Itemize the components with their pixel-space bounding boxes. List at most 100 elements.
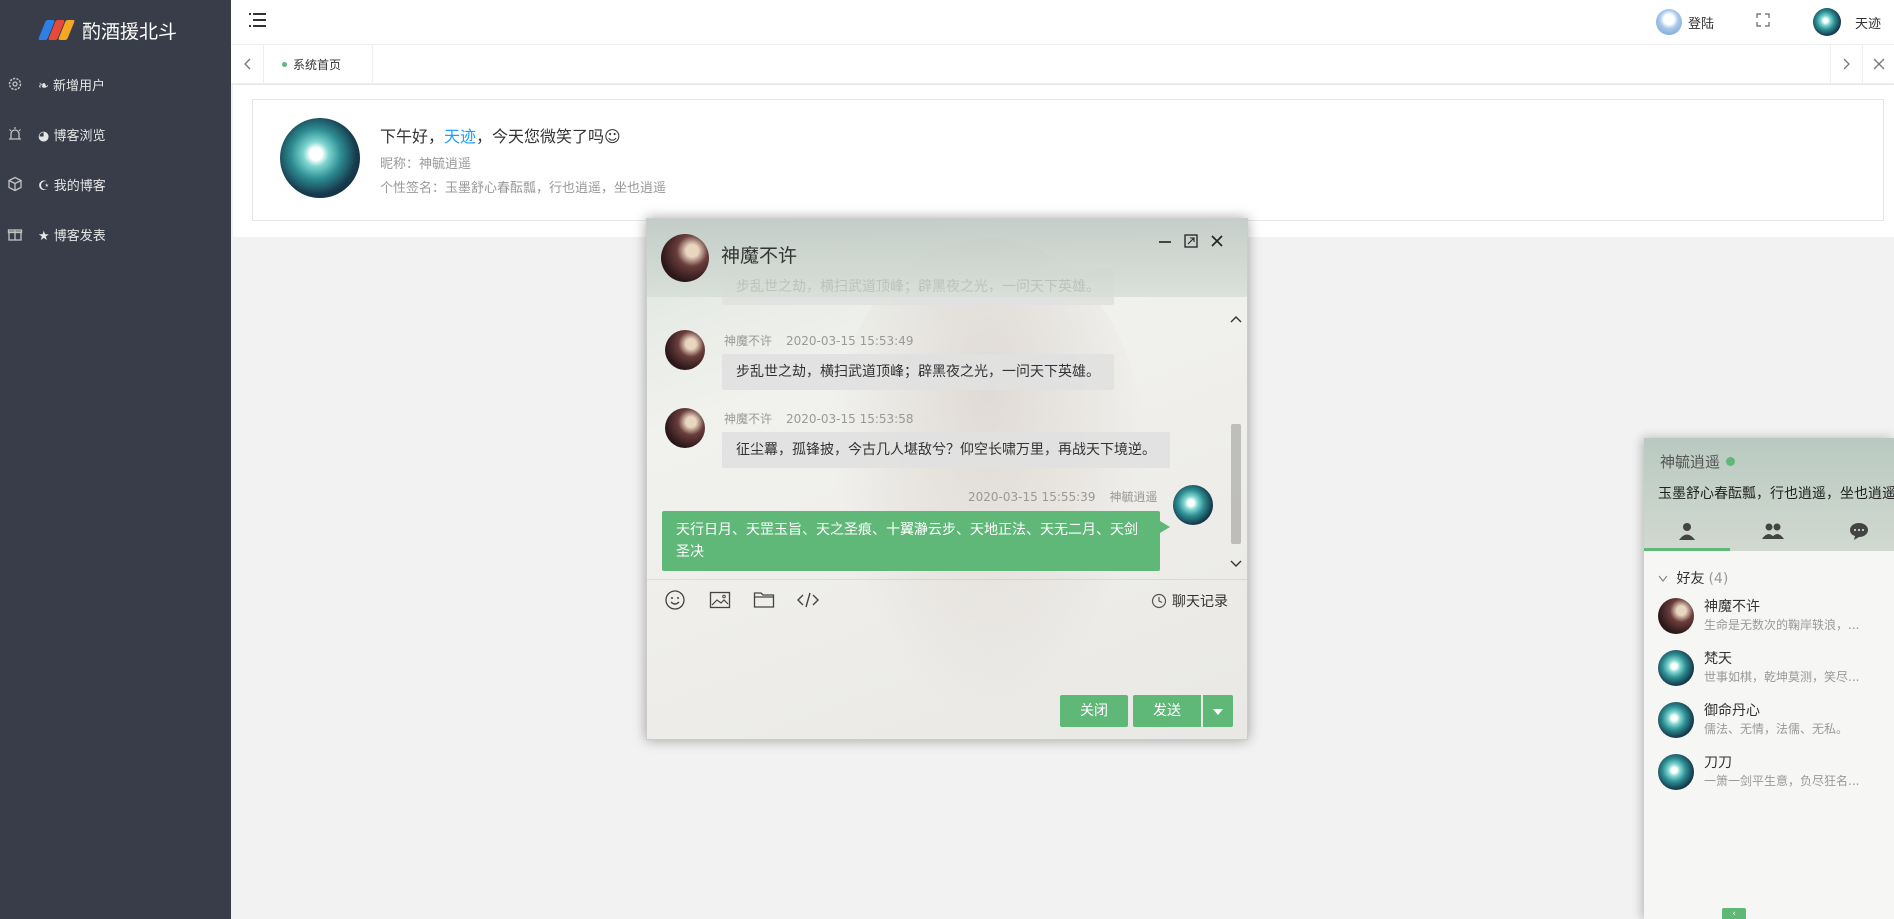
chat-title: 神魔不许 (721, 245, 798, 267)
friend-avatar (1658, 598, 1694, 634)
sidebar-item-blog-browse[interactable]: ◕ 博客浏览 (0, 110, 231, 158)
friend-item[interactable]: 御命丹心 儒法、无情，法儒、无私。 (1658, 698, 1894, 742)
sidebar-item-publish-blog[interactable]: ★ 博客发表 (0, 210, 231, 258)
greeting-prefix: 下午好， (380, 127, 445, 146)
sidebar-item-label: ❧ 新增用户 (38, 78, 106, 94)
app-logo[interactable]: 酌酒援北斗 (37, 15, 178, 45)
tab-friends[interactable] (1644, 511, 1730, 551)
signature-text: 个性签名：玉墨舒心春酝瓢，行也逍遥，坐也逍遥 (380, 181, 667, 196)
friend-avatar (1658, 754, 1694, 790)
send-button[interactable]: 发送 (1133, 695, 1201, 727)
sidebar-item-label: ☪ 我的博客 (38, 178, 106, 194)
minimize-icon[interactable] (1155, 231, 1175, 251)
message-avatar[interactable] (665, 408, 705, 448)
panel-tabs (1644, 511, 1894, 551)
chat-window: 步乱世之劫，横扫武道顶峰；辟黑夜之光，一问天下英雄。 神魔不许 神魔不许 2020… (646, 218, 1248, 740)
friend-signature: 儒法、无情，法儒、无私。 (1704, 722, 1849, 736)
friend-item[interactable]: 神魔不许 生命是无数次的鞠岸轶浪，... (1658, 594, 1894, 638)
tab-groups[interactable] (1730, 511, 1816, 551)
message-time: 2020-03-15 15:55:39 (968, 490, 1096, 504)
panel-collapse-toggle[interactable]: ‹ (1722, 908, 1746, 919)
user-avatar (1813, 8, 1841, 36)
friend-signature: 一箫一剑平生意，负尽狂名... (1704, 774, 1860, 788)
scrollbar-thumb[interactable] (1231, 424, 1241, 544)
self-message-meta: 2020-03-15 15:55:39 神毓逍遥 (968, 488, 1157, 505)
message-sender: 神魔不许 (724, 412, 773, 426)
sidebar: 酌酒援北斗 ❧ 新增用户 ◕ 博客浏览 ☪ 我的博客 ★ 博客发表 (0, 0, 231, 919)
message-avatar[interactable] (665, 330, 705, 370)
self-avatar[interactable] (1173, 485, 1213, 525)
friend-avatar (1658, 650, 1694, 686)
message-time: 2020-03-15 15:53:58 (786, 412, 914, 426)
login-link[interactable]: 登陆 (1656, 9, 1714, 35)
maximize-icon[interactable] (1181, 231, 1201, 251)
active-tab-indicator (1644, 548, 1730, 551)
online-status-icon (1726, 457, 1736, 466)
friend-avatar (1658, 702, 1694, 738)
clock-icon (1151, 593, 1167, 609)
panel-user-name: 神毓逍遥 (1660, 453, 1721, 471)
message-meta: 神魔不许 2020-03-15 15:53:58 (724, 410, 913, 427)
app-title: 酌酒援北斗 (82, 20, 178, 43)
close-button[interactable]: 关闭 (1060, 695, 1128, 727)
tabs-close-icon[interactable] (1862, 45, 1894, 83)
code-icon[interactable] (795, 587, 821, 613)
tabs-next-icon[interactable] (1830, 45, 1863, 83)
group-count: (4) (1708, 571, 1729, 587)
fullscreen-icon[interactable] (1756, 12, 1770, 31)
top-header: 登陆 天迹 (231, 0, 1894, 45)
greeting-text: 下午好，天迹，今天您微笑了吗☺ (380, 123, 621, 147)
self-chat-message: 天行日月、天罡玉旨、天之圣痕、十翼瀞云步、天地正法、天无二月、天剑圣决 (662, 511, 1170, 571)
panel-header: 神毓逍遥 玉墨舒心春酝瓢，行也逍遥，坐也逍遥 (1644, 438, 1894, 551)
welcome-card (252, 99, 1884, 221)
panel-user[interactable]: 神毓逍遥 (1660, 451, 1736, 472)
friend-name: 刀刀 (1704, 755, 1732, 771)
message-sender: 神魔不许 (724, 334, 773, 348)
chat-divider (647, 579, 1247, 580)
sidebar-item-my-blog[interactable]: ☪ 我的博客 (0, 160, 231, 208)
menu-toggle-icon[interactable] (249, 12, 267, 28)
greeting-user-link[interactable]: 天迹 (444, 127, 476, 146)
tabs-prev-icon[interactable] (231, 45, 264, 83)
active-dot-icon (282, 61, 287, 67)
friend-group-header[interactable]: 好友 (4) (1658, 568, 1728, 588)
nickname-text: 昵称：神毓逍遥 (380, 157, 472, 172)
login-label: 登陆 (1688, 16, 1715, 32)
chat-bubble-icon (1850, 523, 1868, 540)
login-avatar-icon (1656, 9, 1682, 35)
chat-message: 征尘羃，孤锋披，今古几人堪敌兮？仰空长啸万里，再战天下境逆。 (722, 432, 1170, 468)
sidebar-item-add-user[interactable]: ❧ 新增用户 (0, 60, 231, 108)
user-menu[interactable]: 天迹 (1813, 8, 1881, 36)
tab-system-home[interactable]: 系统首页 (264, 45, 373, 83)
friend-name: 御命丹心 (1704, 703, 1760, 719)
alarm-icon (6, 125, 24, 143)
friend-name: 梵天 (1704, 651, 1732, 667)
group-icon (1762, 523, 1784, 539)
user-icon (1679, 523, 1695, 540)
caret-down-icon (1213, 709, 1223, 715)
sidebar-item-label: ◕ 博客浏览 (38, 128, 106, 144)
friend-item[interactable]: 刀刀 一箫一剑平生意，负尽狂名... (1658, 750, 1894, 794)
chat-background-image (827, 239, 1147, 719)
chat-scrollbar[interactable] (1229, 314, 1243, 569)
greeting-suffix: ，今天您微笑了吗☺ (476, 127, 621, 146)
history-label: 聊天记录 (1172, 594, 1228, 610)
send-options-button[interactable] (1203, 695, 1233, 727)
message-meta: 神魔不许 2020-03-15 15:53:49 (724, 332, 913, 349)
panel-signature[interactable]: 玉墨舒心春酝瓢，行也逍遥，坐也逍遥 (1658, 483, 1894, 503)
folder-icon[interactable] (751, 587, 777, 613)
tab-history[interactable] (1816, 511, 1894, 551)
gear-icon (6, 75, 24, 93)
friend-item[interactable]: 梵天 世事如棋，乾坤莫测，笑尽... (1658, 646, 1894, 690)
chat-partner-avatar[interactable] (661, 234, 709, 282)
profile-avatar (280, 118, 360, 198)
chevron-down-icon (1658, 575, 1668, 582)
tab-label: 系统首页 (293, 57, 342, 72)
close-icon[interactable] (1207, 231, 1227, 251)
page-tabs-bar: 系统首页 (231, 45, 1894, 84)
chat-header[interactable]: 神魔不许 (647, 219, 1247, 297)
emoji-icon[interactable] (662, 587, 688, 613)
image-icon[interactable] (707, 587, 733, 613)
chat-history-link[interactable]: 聊天记录 (1151, 591, 1228, 611)
user-name: 天迹 (1855, 16, 1882, 32)
